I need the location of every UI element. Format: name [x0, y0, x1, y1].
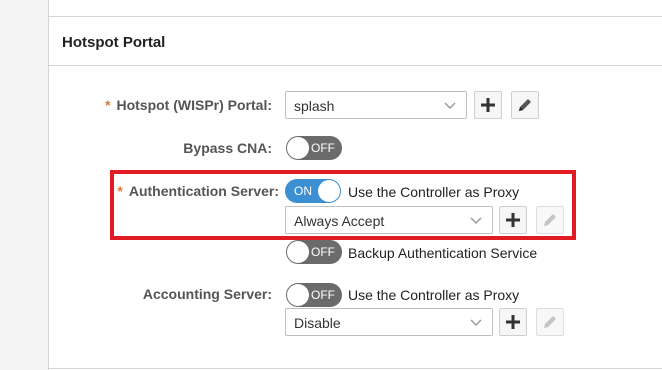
section-title: Hotspot Portal — [62, 34, 166, 51]
panel-bottom-divider — [49, 368, 662, 369]
edit-accounting-server-button[interactable] — [536, 308, 564, 336]
toggle-knob — [287, 241, 309, 263]
required-mark: * — [105, 97, 111, 113]
toggle-knob — [287, 137, 309, 159]
edit-portal-button[interactable] — [511, 91, 539, 119]
toggle-state-text: OFF — [311, 288, 335, 302]
add-accounting-server-button[interactable] — [499, 308, 527, 336]
highlight-box — [110, 170, 576, 240]
accounting-server-label: Accounting Server: — [142, 286, 272, 302]
chevron-down-icon — [444, 102, 456, 110]
bypass-cna-toggle[interactable]: OFF — [286, 136, 342, 160]
hotspot-portal-label-text: Hotspot (WISPr) Portal: — [116, 97, 272, 113]
section-header: Hotspot Portal — [49, 16, 662, 66]
pencil-icon — [519, 99, 531, 111]
toggle-knob — [287, 284, 309, 306]
hotspot-portal-select[interactable]: splash — [285, 91, 467, 119]
plus-icon — [481, 98, 495, 112]
hotspot-portal-value: splash — [294, 98, 335, 114]
add-portal-button[interactable] — [474, 91, 502, 119]
chevron-down-icon — [470, 319, 482, 327]
accounting-server-select[interactable]: Disable — [285, 308, 493, 336]
plus-icon — [506, 315, 520, 329]
hotspot-portal-label: * Hotspot (WISPr) Portal: — [105, 97, 272, 113]
toggle-state-text: OFF — [311, 245, 335, 259]
panel-top-divider — [49, 0, 662, 17]
accounting-server-value: Disable — [294, 315, 341, 331]
pencil-icon — [544, 316, 556, 328]
bypass-cna-label: Bypass CNA: — [183, 140, 272, 156]
toggle-state-text: OFF — [311, 141, 335, 155]
backup-authentication-toggle[interactable]: OFF — [286, 240, 342, 264]
accounting-proxy-text: Use the Controller as Proxy — [348, 287, 520, 303]
backup-authentication-text: Backup Authentication Service — [348, 245, 538, 261]
accounting-proxy-toggle[interactable]: OFF — [286, 283, 342, 307]
